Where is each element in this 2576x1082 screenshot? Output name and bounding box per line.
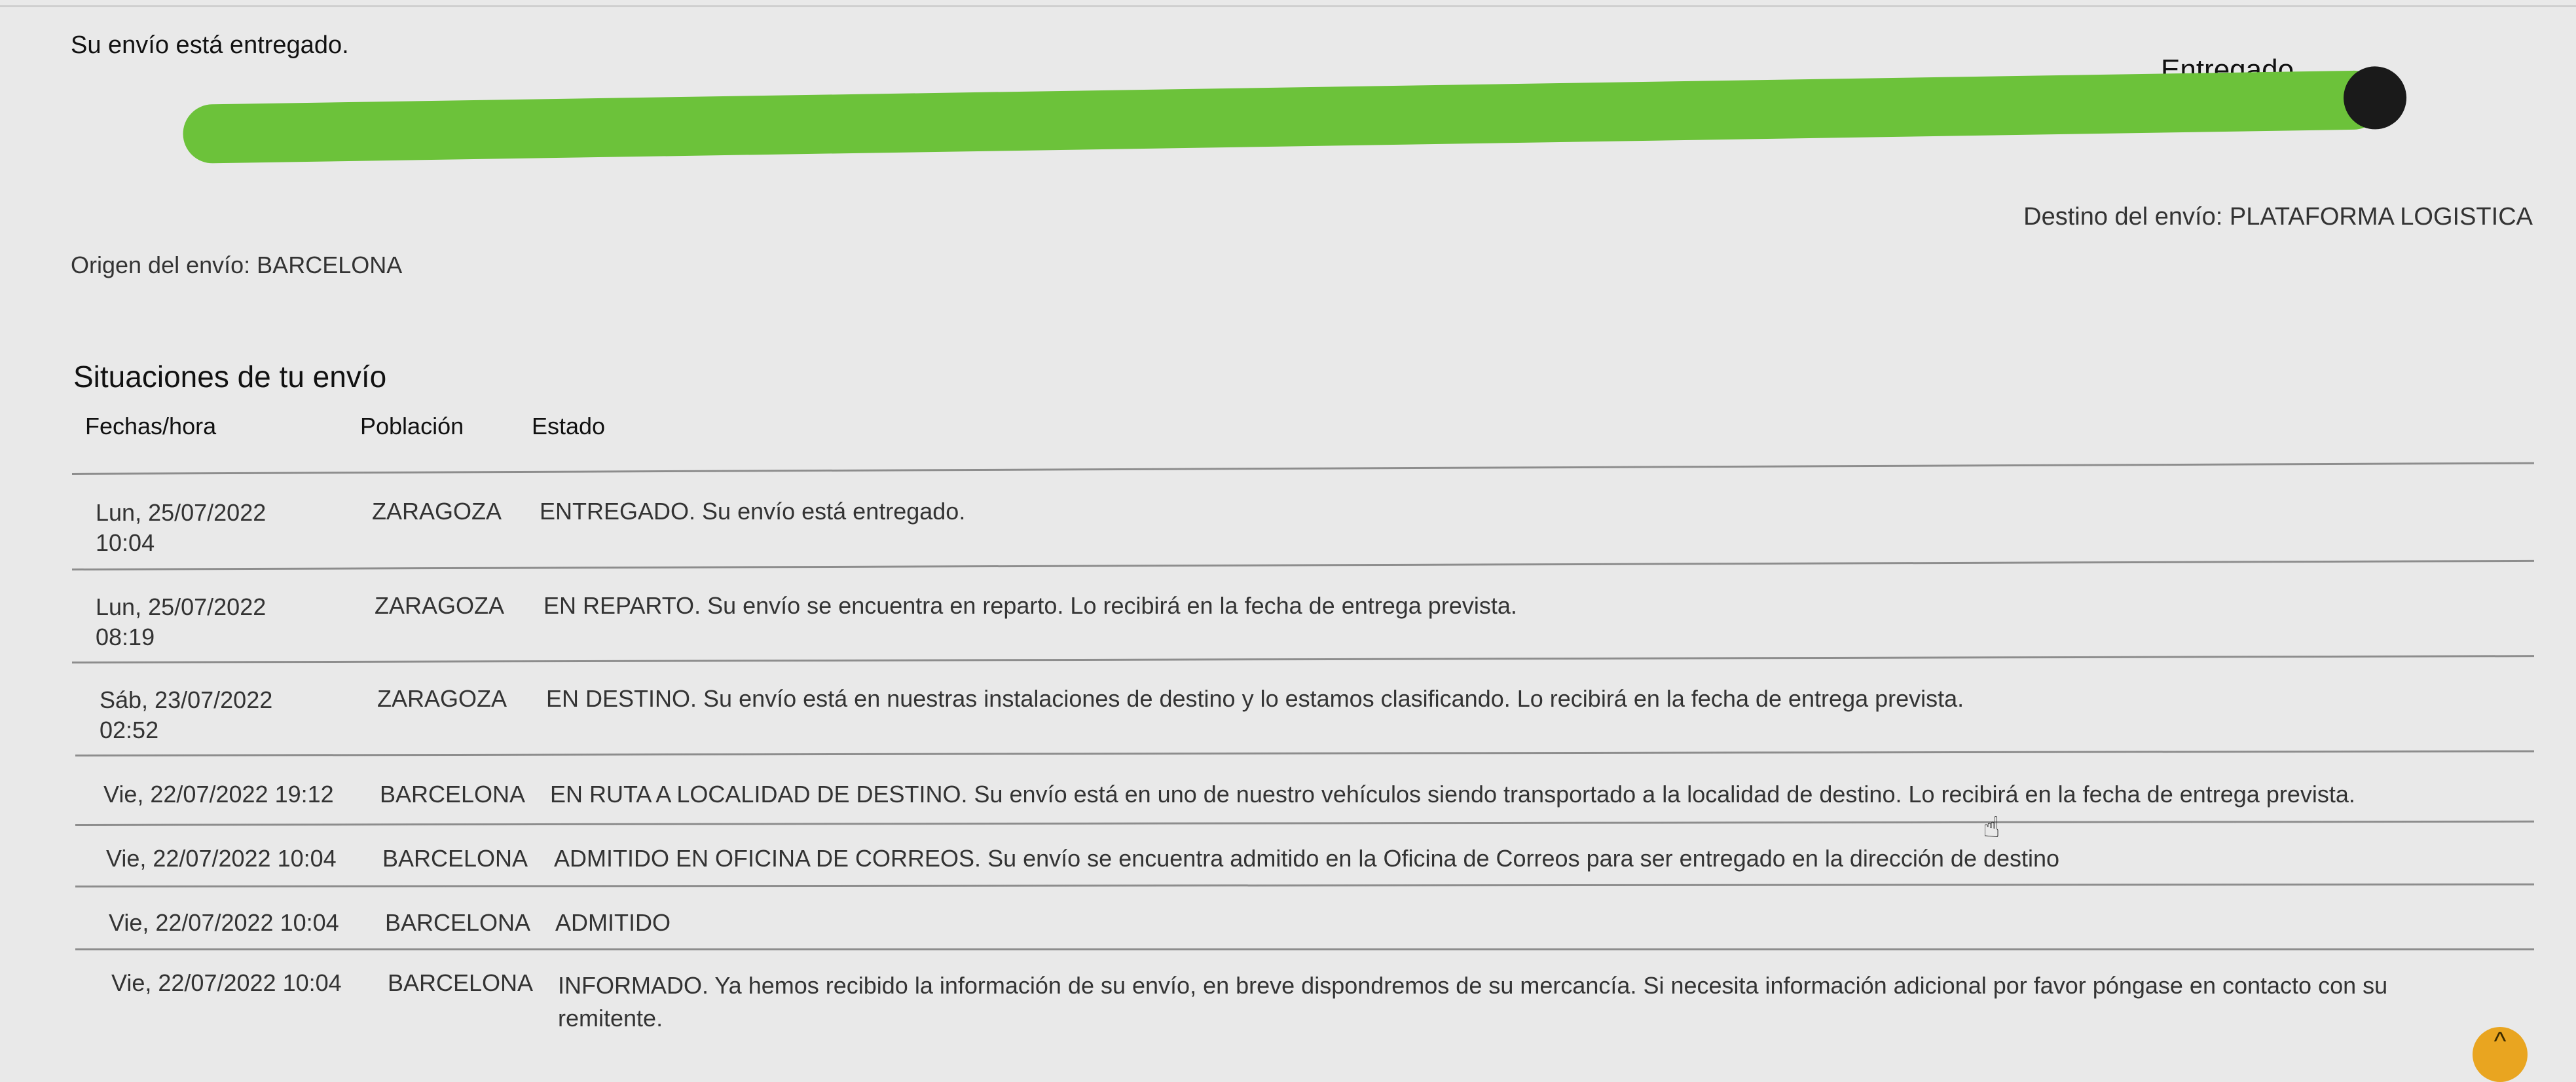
event-row: Lun, 25/07/2022 10:04 ZARAGOZA ENTREGADO.… [92,498,2514,557]
event-city: ZARAGOZA [375,592,505,619]
event-row: Sáb, 23/07/2022 02:52 ZARAGOZA EN DESTINO… [92,685,2514,744]
event-status: INFORMADO. Ya hemos recibido la informac… [558,972,2388,1032]
progress-end-marker [2343,65,2407,130]
event-status: ADMITIDO EN OFICINA DE CORREOS. Su envío… [554,845,2060,872]
event-status: EN REPARTO. Su envío se encuentra en rep… [543,592,1517,619]
event-city: BARCELONA [385,909,531,936]
row-divider [71,655,2534,663]
event-city: ZARAGOZA [372,498,502,525]
shipment-destination: Destino del envío: PLATAFORMA LOGISTICA [2023,203,2533,231]
events-table-header: Fechas/hora Población Estado [85,405,2508,451]
event-city: ZARAGOZA [377,685,507,712]
event-row: Vie, 22/07/2022 10:04 BARCELONA ADMITIDO… [92,845,2514,878]
event-date: Vie, 22/07/2022 10:04 [111,969,342,996]
row-divider [71,559,2534,570]
event-city: BARCELONA [388,969,534,996]
hand-pointer-icon: ☝ [1983,811,2000,844]
event-time: 08:19 [96,624,155,650]
event-city: BARCELONA [380,781,526,808]
event-row: Vie, 22/07/2022 10:04 BARCELONA INFORMAD… [92,969,2514,1041]
delivery-status-message: Su envío está entregado. [71,31,349,59]
event-date: Vie, 22/07/2022 19:12 [103,781,334,808]
row-divider [75,948,2534,950]
event-date: Lun, 25/07/2022 10:04 [96,499,267,556]
column-header-city: Población [360,413,464,439]
event-date: Vie, 22/07/2022 10:04 [106,845,337,872]
event-date: Lun, 25/07/2022 08:19 [96,593,267,650]
shipment-origin: Origen del envío: BARCELONA [71,252,403,278]
event-row: Lun, 25/07/2022 08:19 ZARAGOZA EN REPARTO… [92,592,2514,651]
progress-fill [182,70,2383,164]
chevron-up-icon: ^ [2493,1027,2507,1056]
scroll-to-top-button[interactable]: ^ [2473,1027,2528,1082]
event-status: ADMITIDO [555,909,671,936]
events-section-title: Situaciones de tu envío [73,360,387,394]
delivery-progress-bar [182,65,2410,203]
row-divider [75,750,2534,756]
row-divider [75,820,2534,826]
event-date: Sáb, 23/07/2022 02:52 [100,686,273,743]
event-row: Vie, 22/07/2022 10:04 BARCELONA ADMITIDO [92,909,2514,942]
event-time: 10:04 [96,529,155,556]
column-header-status: Estado [532,413,606,439]
event-row: Vie, 22/07/2022 19:12 BARCELONA EN RUTA … [92,781,2514,813]
event-date: Vie, 22/07/2022 10:04 [109,909,339,936]
event-status: EN RUTA A LOCALIDAD DE DESTINO. Su envío… [550,781,2355,808]
column-header-date: Fechas/hora [85,413,217,439]
header-divider [71,462,2534,475]
row-divider [75,883,2534,887]
event-status: EN DESTINO. Su envío está en nuestras in… [546,685,1964,712]
event-status: ENTREGADO. Su envío está entregado. [540,498,966,525]
top-divider [0,5,2576,7]
event-time: 02:52 [100,717,159,743]
event-city: BARCELONA [382,845,528,872]
